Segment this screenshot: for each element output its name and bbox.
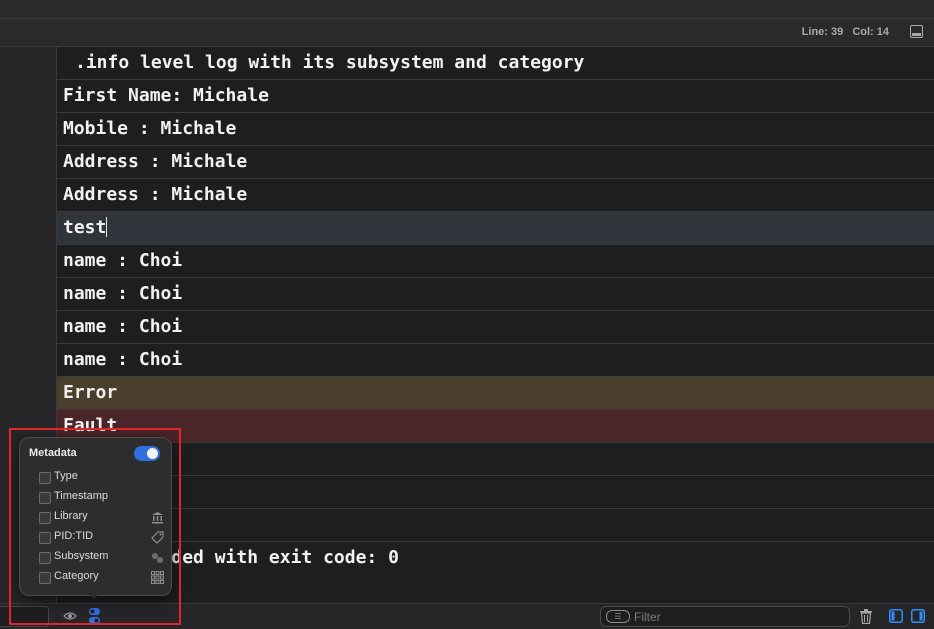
log-row[interactable]: name : Choi <box>57 344 934 377</box>
console-output[interactable]: .info level log with its subsystem and c… <box>57 47 934 603</box>
log-row[interactable]: .info level log with its subsystem and c… <box>57 47 934 80</box>
log-row[interactable]: Address : Michale <box>57 179 934 212</box>
log-row[interactable]: name : Choi <box>57 311 934 344</box>
log-text: .info level log with its subsystem and c… <box>75 52 585 73</box>
editor-status-bar: Line: 39 Col: 14 <box>0 19 934 47</box>
log-text: test <box>63 217 107 238</box>
log-row-error[interactable]: Error <box>57 377 934 410</box>
log-row[interactable] <box>57 476 934 509</box>
trash-icon[interactable] <box>859 609 873 624</box>
show-variables-icon[interactable] <box>889 609 903 623</box>
log-text: Mobile : Michale <box>63 118 237 139</box>
log-text: Address : Michale <box>63 184 248 205</box>
highlight-annotation <box>9 428 181 625</box>
log-text: Address : Michale <box>63 151 248 172</box>
log-row[interactable]: debug <box>57 509 934 542</box>
filter-icon[interactable]: ☰ <box>606 610 630 623</box>
log-row[interactable]: default <box>57 443 934 476</box>
log-row[interactable]: name : Choi <box>57 278 934 311</box>
column-number: Col: 14 <box>852 26 889 38</box>
log-row[interactable]: Address : Michale <box>57 146 934 179</box>
log-text: name : Choi <box>63 316 183 337</box>
filter-placeholder: Filter <box>634 610 661 624</box>
log-text: Error <box>63 382 118 403</box>
cursor-position: Line: 39 Col: 14 <box>796 26 889 38</box>
log-text: name : Choi <box>63 283 183 304</box>
log-text: name : Choi <box>63 349 183 370</box>
log-row[interactable]: Program ended with exit code: 0 <box>57 542 934 574</box>
log-text: name : Choi <box>63 250 183 271</box>
title-bar <box>0 0 934 19</box>
hide-debug-area-icon[interactable] <box>910 25 923 38</box>
line-number: Line: 39 <box>801 26 844 38</box>
log-row[interactable]: test <box>57 212 934 245</box>
text-cursor <box>106 217 108 237</box>
log-row[interactable]: First Name: Michale <box>57 80 934 113</box>
log-row[interactable]: Mobile : Michale <box>57 113 934 146</box>
log-text: First Name: Michale <box>63 85 269 106</box>
console-filter-field[interactable]: ☰ Filter <box>600 606 850 627</box>
log-row[interactable]: name : Choi <box>57 245 934 278</box>
show-console-icon[interactable] <box>911 609 925 623</box>
log-row-fault[interactable]: Fault <box>57 410 934 443</box>
